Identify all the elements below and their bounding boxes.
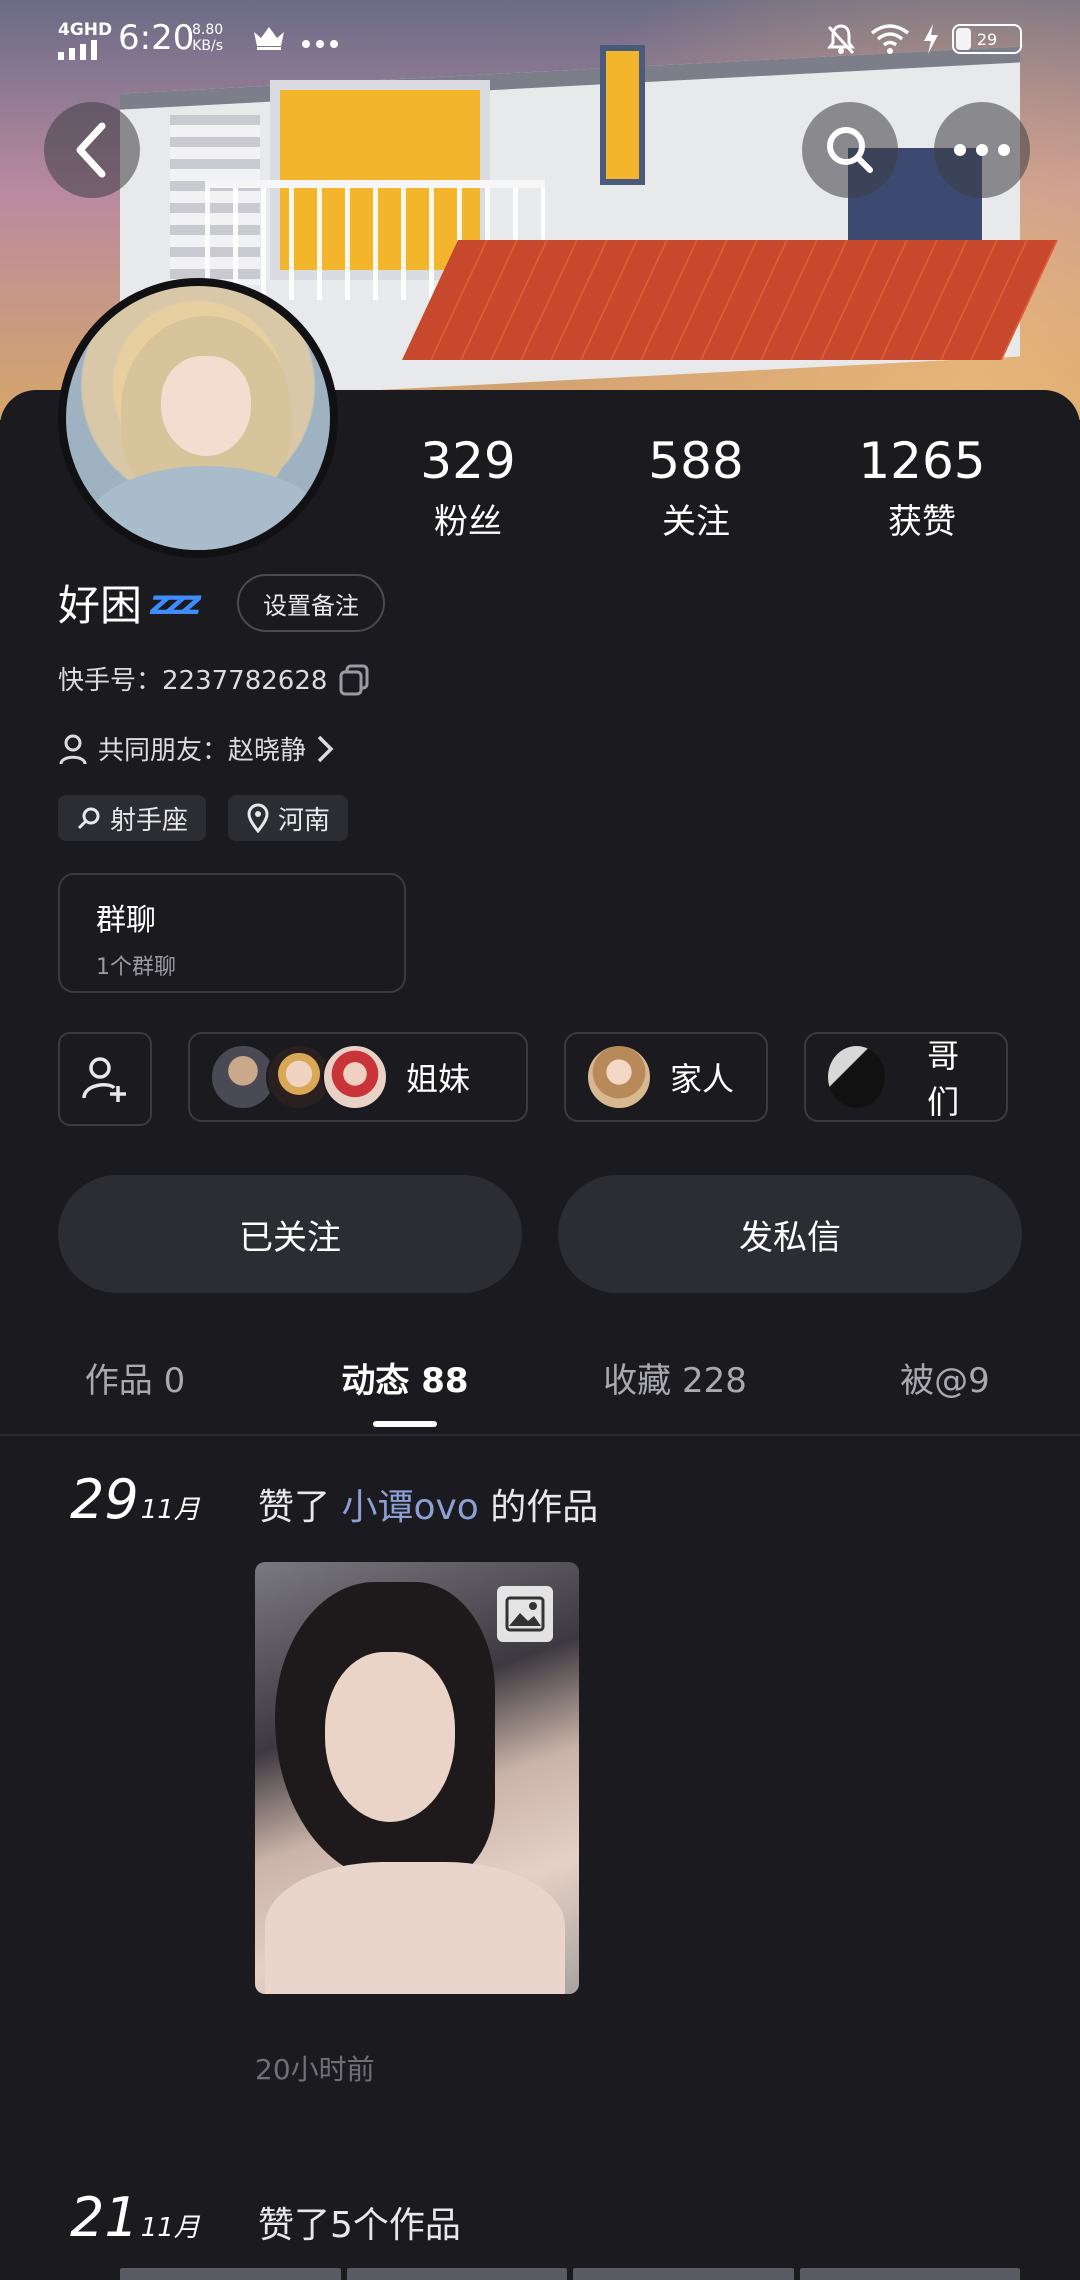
nickname: 好困 (58, 581, 143, 630)
bell-off-icon (827, 24, 855, 55)
feed-date: 29 11月 (70, 1468, 200, 1531)
status-bar: 4GHD 6:20 8.80 KB/s 29 (0, 0, 1080, 80)
tag-location-label: 河南 (278, 805, 331, 836)
add-friend-button[interactable] (58, 1032, 152, 1126)
feed-activity-text: 赞了 小谭ovo 的作品 (258, 1478, 598, 1530)
likes-count: 1265 (858, 432, 986, 490)
circle-buddies-label: 哥们 (927, 1037, 960, 1121)
add-person-icon (82, 1057, 126, 1102)
person-icon (59, 734, 87, 764)
kuaishou-id: 快手号：2237782628 (58, 666, 328, 696)
feed-suffix: 的作品 (490, 1487, 599, 1528)
chevron-left-icon (76, 122, 106, 178)
kuaishou-id-row: 快手号：2237782628 (58, 660, 371, 697)
charging-icon (924, 24, 938, 54)
profile-tags: 射手座 河南 (58, 795, 349, 841)
group-chat-title: 群聊 (96, 903, 156, 938)
fans-stat[interactable]: 329 粉丝 (378, 432, 558, 543)
feed-month: 11月 (140, 2213, 200, 2243)
circle-sisters[interactable]: 姐妹 (188, 1032, 528, 1122)
sleepy-zzz-icon: zzz (150, 582, 201, 623)
battery-icon: 29 (952, 24, 1022, 54)
followed-button[interactable]: 已关注 (58, 1175, 522, 1293)
tab-favorites[interactable]: 收藏 228 (540, 1345, 810, 1435)
avatar (586, 1044, 652, 1110)
circle-sisters-label: 姐妹 (406, 1060, 471, 1098)
circle-family-label: 家人 (670, 1060, 735, 1098)
more-notifications-icon (302, 40, 338, 48)
tag-location[interactable]: 河南 (228, 795, 349, 841)
circle-family[interactable]: 家人 (564, 1032, 768, 1122)
feed-day: 29 (70, 1468, 139, 1531)
send-message-button[interactable]: 发私信 (558, 1175, 1022, 1293)
likes-label: 获赞 (888, 502, 956, 542)
circle-buddies[interactable]: 哥们 (804, 1032, 1008, 1122)
back-button[interactable] (44, 102, 140, 198)
avatar (322, 1044, 388, 1110)
more-options-button[interactable] (934, 102, 1030, 198)
tag-zodiac-label: 射手座 (110, 805, 189, 836)
battery-level: 29 (976, 29, 998, 49)
speed-unit: KB/s (192, 38, 223, 54)
following-label: 关注 (662, 502, 730, 542)
divider (0, 1434, 1080, 1436)
tab-works[interactable]: 作品 0 (0, 1345, 270, 1435)
nickname-row: 好困 zzz (58, 572, 201, 633)
post-thumbnail[interactable] (255, 1562, 579, 1994)
more-dots-icon (954, 144, 1010, 156)
feed-date: 21 11月 (70, 2186, 200, 2249)
feed-activity-text: 赞了5个作品 (258, 2205, 461, 2246)
following-stat[interactable]: 588 关注 (606, 432, 786, 543)
clock: 6:20 (118, 18, 195, 58)
mutual-friends-row[interactable]: 共同朋友：赵晓静 (58, 730, 334, 767)
fans-count: 329 (420, 432, 516, 490)
avatar (826, 1044, 888, 1110)
signal-icon (58, 40, 97, 60)
location-pin-icon (247, 803, 269, 833)
feed-thumbnails-row[interactable] (120, 2268, 1020, 2280)
tab-activity[interactable]: 动态 88 (270, 1345, 540, 1435)
chevron-right-icon (317, 735, 334, 762)
tag-zodiac[interactable]: 射手座 (58, 795, 207, 841)
wifi-icon (870, 24, 910, 54)
zodiac-icon (77, 807, 100, 830)
search-button[interactable] (802, 102, 898, 198)
set-remark-button[interactable]: 设置备注 (237, 574, 385, 632)
mutual-friends-text: 共同朋友：赵晓静 (98, 736, 307, 766)
fans-label: 粉丝 (434, 502, 502, 542)
network-speed: 8.80 KB/s (192, 22, 223, 54)
search-icon (827, 127, 873, 173)
tab-mentions[interactable]: 被@9 (810, 1345, 1080, 1435)
feed-user-link[interactable]: 小谭ovo (341, 1487, 478, 1528)
feed-day: 21 (70, 2186, 139, 2249)
avatar[interactable] (58, 278, 338, 558)
group-chat-card[interactable]: 群聊 1个群聊 (58, 873, 406, 993)
speed-value: 8.80 (192, 22, 224, 38)
copy-icon[interactable] (337, 662, 371, 696)
feed-prefix: 赞了 (258, 1487, 331, 1528)
crown-icon (252, 24, 286, 54)
network-type: 4GHD (58, 20, 113, 40)
group-chat-count: 1个群聊 (96, 955, 176, 980)
profile-actions: 已关注 发私信 (58, 1175, 1022, 1293)
feed-time-ago: 20小时前 (255, 2053, 375, 2086)
friend-circles: 姐妹 家人 哥们 (58, 1032, 1008, 1126)
feed-month: 11月 (140, 1495, 200, 1525)
image-icon (497, 1586, 553, 1642)
likes-stat[interactable]: 1265 获赞 (832, 432, 1012, 543)
profile-tabs: 作品 0 动态 88 收藏 228 被@9 (0, 1345, 1080, 1435)
following-count: 588 (648, 432, 744, 490)
